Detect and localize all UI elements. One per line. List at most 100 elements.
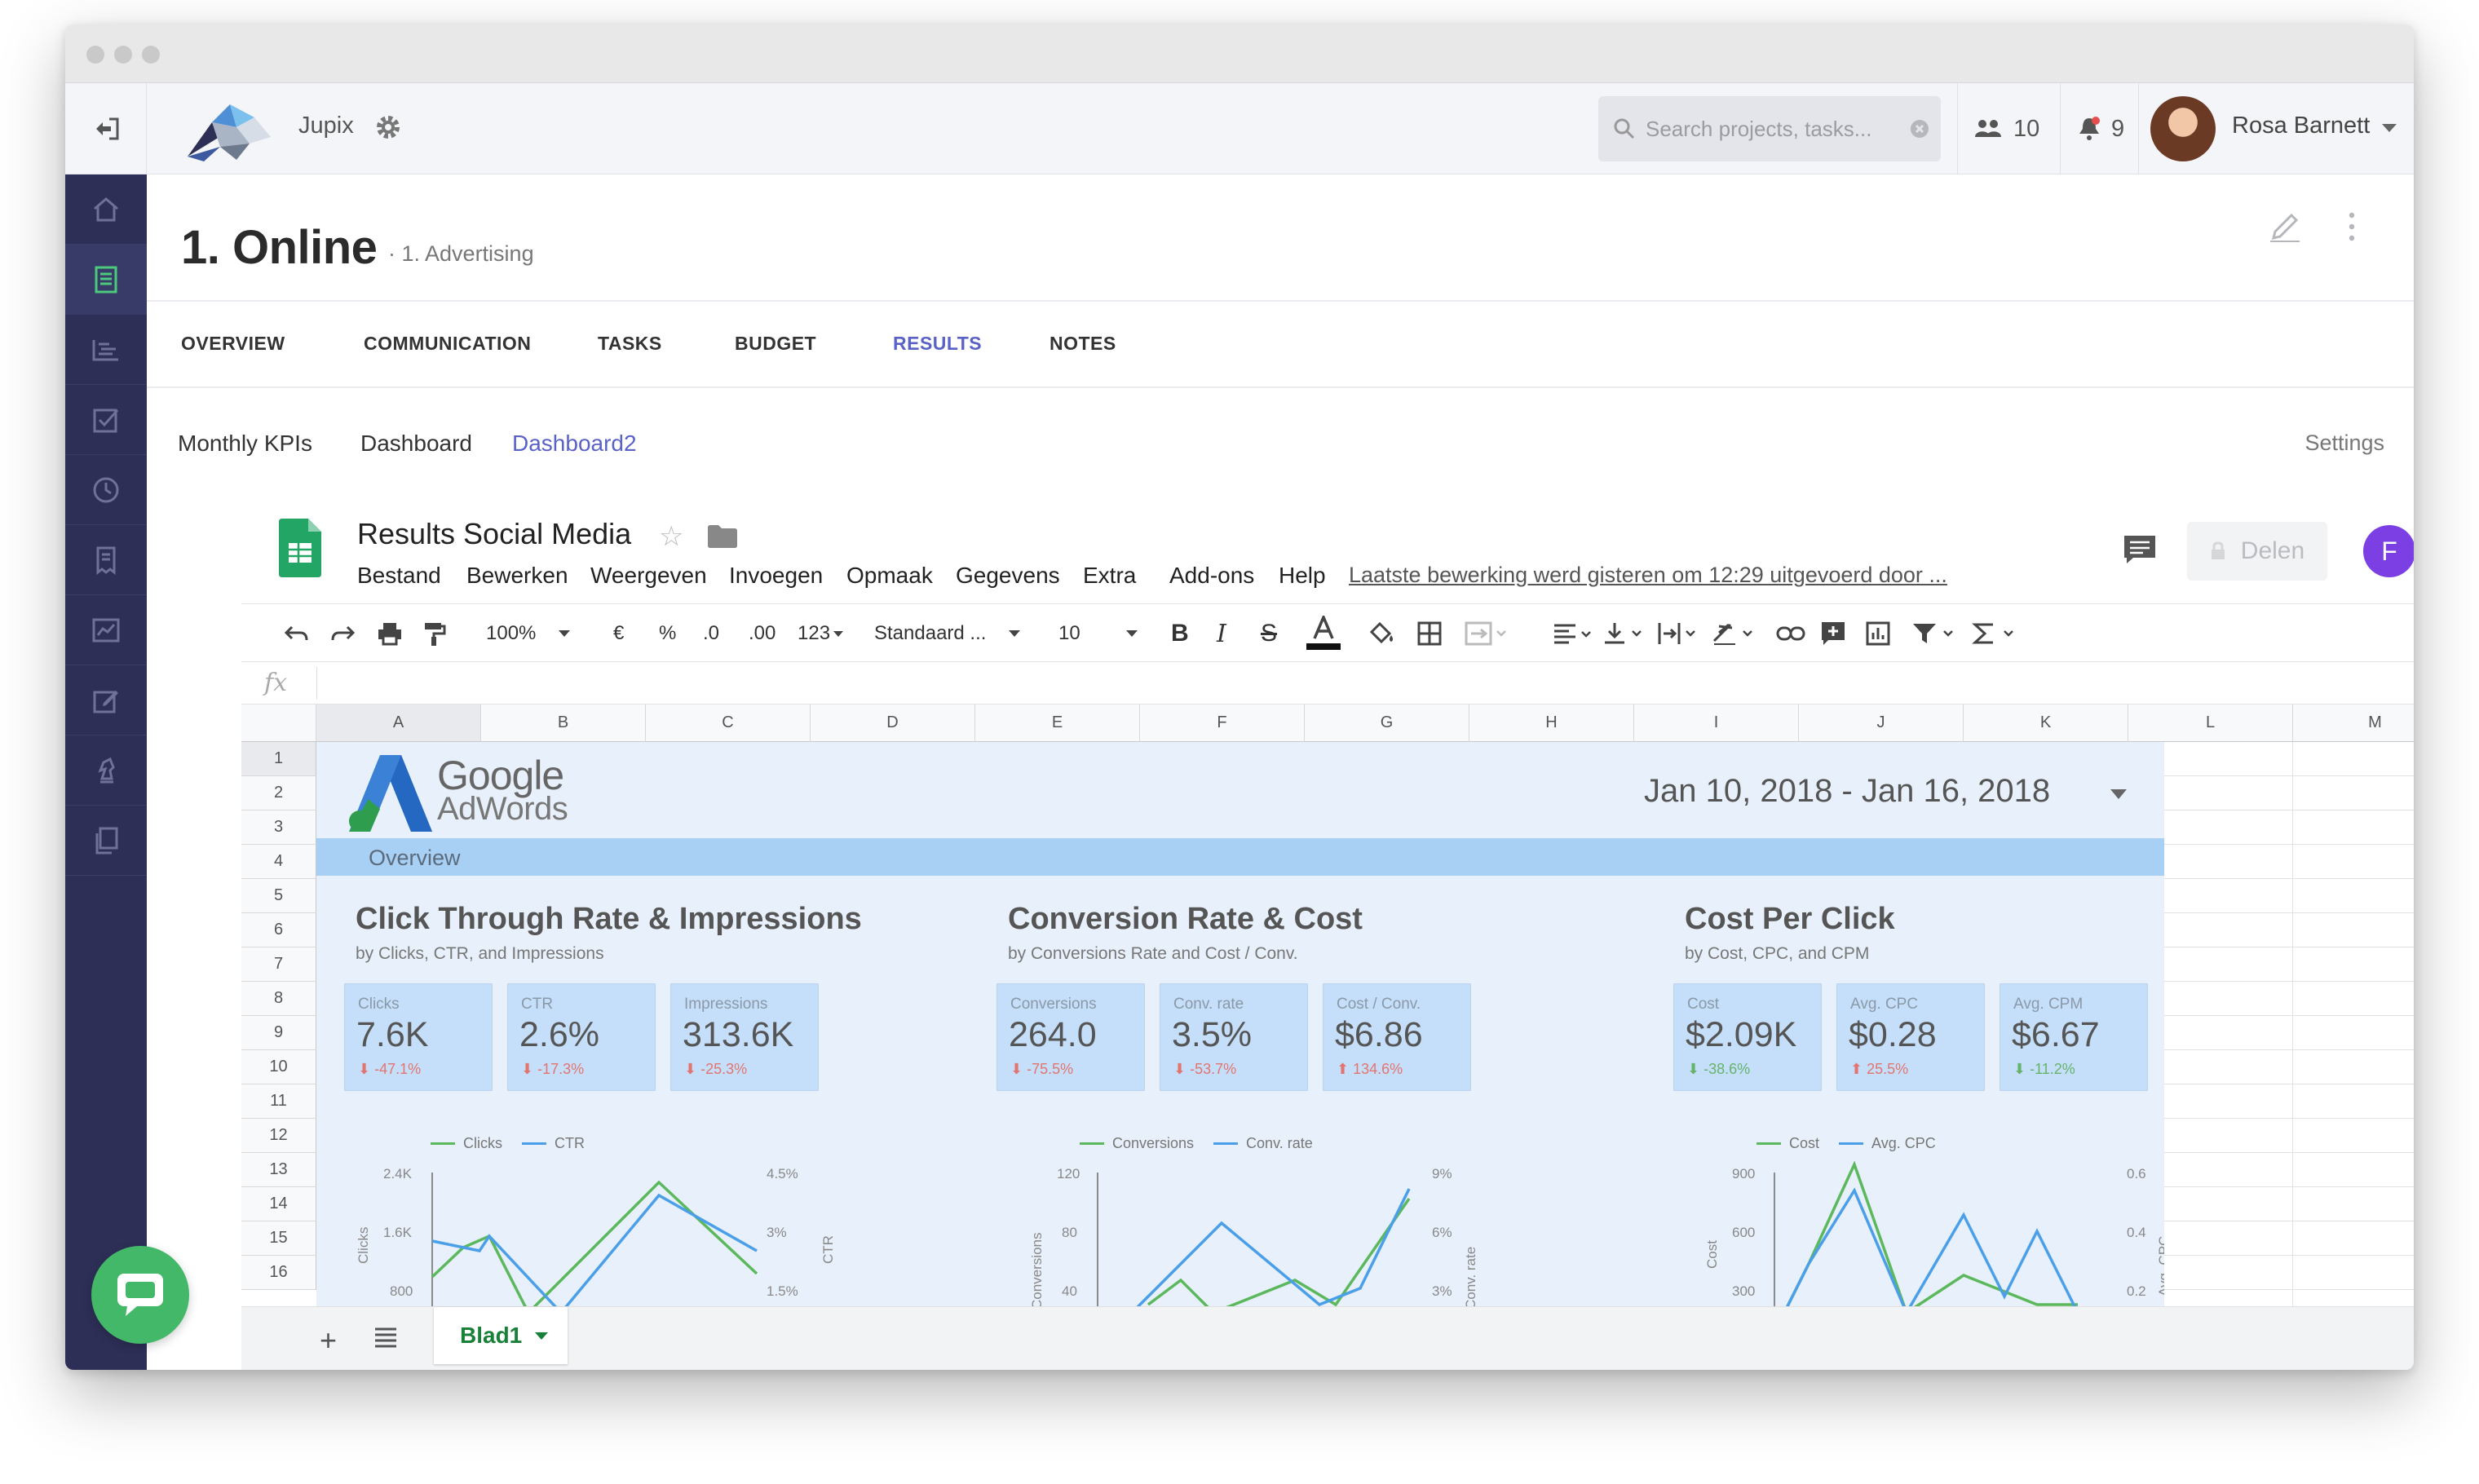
bold-button[interactable]: B (1171, 619, 1189, 648)
sidebar-item-home[interactable] (65, 174, 147, 245)
tab-communication[interactable]: COMMUNICATION (364, 333, 531, 355)
sidebar-item-time[interactable] (65, 455, 147, 525)
column-header[interactable]: I (1634, 704, 1799, 742)
filter-button[interactable] (1911, 619, 1957, 648)
breadcrumb[interactable]: · 1. Advertising (388, 241, 534, 267)
sheet-tab[interactable]: Blad1 (434, 1307, 568, 1364)
fill-color-button[interactable] (1368, 619, 1396, 648)
row-header[interactable]: 6 (241, 913, 316, 947)
brand-logo[interactable] (179, 98, 277, 163)
sheets-icon[interactable] (279, 519, 321, 577)
notifications-button[interactable]: 9 (2060, 83, 2138, 174)
clear-search-icon[interactable] (1910, 119, 1929, 139)
zoom-select[interactable]: 100% (486, 619, 571, 648)
all-sheets-icon[interactable] (373, 1327, 398, 1348)
menu-extra[interactable]: Extra (1083, 563, 1136, 589)
window-close-dot[interactable] (86, 46, 104, 64)
row-header[interactable]: 1 (241, 742, 316, 776)
print-button[interactable] (377, 619, 403, 648)
insert-link-button[interactable] (1776, 619, 1805, 648)
text-wrap-button[interactable] (1657, 619, 1701, 648)
sidebar-item-strategy[interactable] (65, 735, 147, 806)
vertical-align-button[interactable] (1603, 619, 1647, 648)
undo-button[interactable] (284, 619, 310, 648)
sheet-title[interactable]: Results Social Media (357, 517, 631, 551)
column-header[interactable]: H (1469, 704, 1634, 742)
logout-button[interactable] (65, 83, 147, 174)
search-input[interactable] (1646, 113, 1890, 145)
tab-results[interactable]: RESULTS (893, 333, 982, 355)
sidebar-item-projects[interactable] (65, 245, 147, 315)
share-button[interactable]: Delen (2187, 522, 2327, 581)
comment-icon[interactable] (2122, 533, 2158, 566)
font-size-select[interactable]: 10 (1058, 619, 1138, 648)
row-header[interactable]: 12 (241, 1119, 316, 1153)
sidebar-item-files[interactable] (65, 806, 147, 876)
search-box[interactable] (1598, 96, 1941, 161)
menu-help[interactable]: Help (1279, 563, 1326, 589)
sidebar-item-reports[interactable] (65, 595, 147, 665)
row-header[interactable]: 4 (241, 845, 316, 879)
subtab-monthly-kpis[interactable]: Monthly KPIs (178, 431, 312, 457)
more-vertical-icon[interactable] (2345, 209, 2358, 245)
insert-comment-button[interactable] (1820, 619, 1846, 648)
settings-link[interactable]: Settings (2304, 431, 2384, 456)
gear-icon[interactable] (373, 113, 403, 142)
borders-button[interactable] (1417, 619, 1442, 648)
last-edit-link[interactable]: Laatste bewerking werd gisteren om 12:29… (1349, 563, 1947, 588)
menu-weergeven[interactable]: Weergeven (590, 563, 707, 589)
font-family-select[interactable]: Standaard ... (874, 619, 1021, 648)
row-header[interactable]: 11 (241, 1084, 316, 1119)
column-header[interactable]: E (975, 704, 1140, 742)
pencil-icon[interactable] (2267, 209, 2303, 245)
column-header[interactable]: F (1140, 704, 1305, 742)
team-members-button[interactable]: 10 (1957, 83, 2060, 174)
column-header[interactable]: J (1799, 704, 1964, 742)
format-percent-button[interactable]: % (659, 619, 676, 648)
redo-button[interactable] (329, 619, 356, 648)
menu-opmaak[interactable]: Opmaak (846, 563, 933, 589)
tab-budget[interactable]: BUDGET (735, 333, 816, 355)
column-header[interactable]: D (811, 704, 975, 742)
column-header[interactable]: C (646, 704, 811, 742)
folder-icon[interactable] (708, 525, 737, 548)
strikethrough-button[interactable]: S (1261, 619, 1277, 648)
account-avatar[interactable]: F (2363, 525, 2414, 577)
row-header[interactable]: 5 (241, 879, 316, 913)
row-header[interactable]: 2 (241, 776, 316, 810)
sidebar-item-tasks[interactable] (65, 385, 147, 455)
row-header[interactable]: 16 (241, 1256, 316, 1290)
row-header[interactable]: 10 (241, 1050, 316, 1084)
subtab-dashboard[interactable]: Dashboard (360, 431, 472, 457)
tab-notes[interactable]: NOTES (1049, 333, 1116, 355)
increase-decimals-button[interactable]: .00 (749, 619, 776, 648)
column-header[interactable]: A (316, 704, 481, 742)
text-rotation-button[interactable] (1711, 619, 1760, 648)
row-header[interactable]: 3 (241, 810, 316, 845)
column-header[interactable]: G (1305, 704, 1469, 742)
row-header[interactable]: 13 (241, 1153, 316, 1187)
insert-chart-button[interactable] (1866, 619, 1890, 648)
more-formats-button[interactable]: 123 (798, 619, 844, 648)
functions-button[interactable] (1972, 619, 2017, 648)
select-all-corner[interactable] (241, 704, 316, 742)
menu-invoegen[interactable]: Invoegen (729, 563, 823, 589)
window-minimize-dot[interactable] (114, 46, 132, 64)
menu-gegevens[interactable]: Gegevens (956, 563, 1060, 589)
decrease-decimals-button[interactable]: .0 (703, 619, 719, 648)
formula-bar[interactable]: fx (241, 662, 2414, 704)
column-header[interactable]: L (2128, 704, 2293, 742)
text-color-button[interactable] (1306, 616, 1341, 650)
align-button[interactable] (1553, 619, 1593, 648)
menu-add-ons[interactable]: Add-ons (1169, 563, 1254, 589)
star-icon[interactable]: ☆ (659, 520, 683, 553)
row-header[interactable]: 8 (241, 982, 316, 1016)
column-header[interactable]: B (481, 704, 646, 742)
tab-tasks[interactable]: TASKS (598, 333, 662, 355)
merge-cells-button[interactable] (1465, 619, 1509, 648)
row-header[interactable]: 7 (241, 947, 316, 982)
row-header[interactable]: 15 (241, 1221, 316, 1256)
paint-format-button[interactable] (422, 619, 447, 648)
add-sheet-button[interactable]: + (320, 1323, 337, 1358)
row-header[interactable]: 14 (241, 1187, 316, 1221)
